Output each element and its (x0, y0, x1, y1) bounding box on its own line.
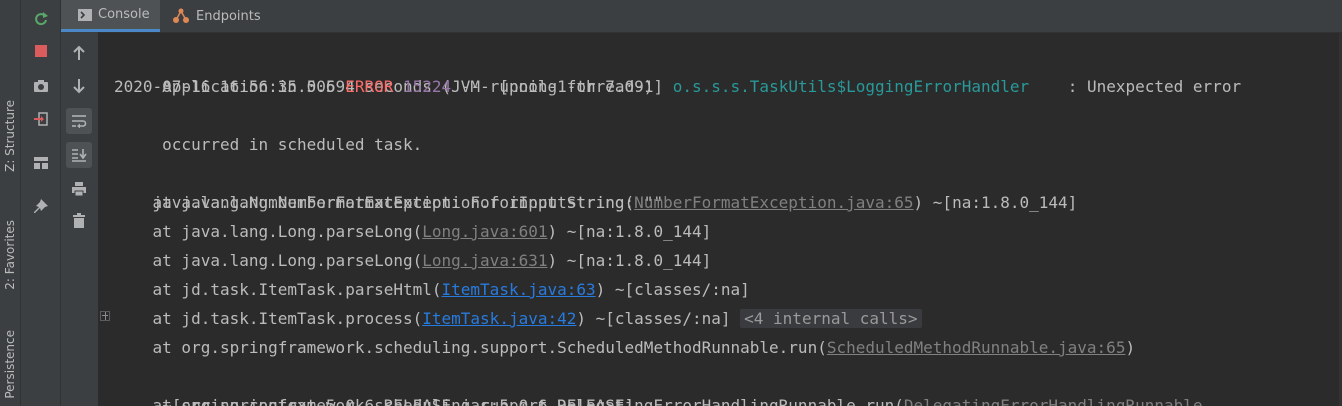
rerun-icon (35, 12, 48, 26)
rerun-button[interactable] (28, 6, 54, 32)
stop-button[interactable] (28, 38, 54, 64)
stack-frame-method: at org.springframework.scheduling.suppor… (114, 396, 904, 406)
stack-frame-jar: ) (1125, 338, 1136, 357)
persistence-tab-label: Persistence (3, 329, 17, 399)
source-link[interactable]: ItemTask.java:42 (422, 309, 576, 328)
source-link[interactable]: Long.java:631 (422, 251, 547, 270)
source-link[interactable]: DelegatingErrorHandlingRunnable (904, 396, 1203, 406)
console-output[interactable]: Application in 5.594 seconds (JVM runnin… (99, 33, 1342, 406)
console-line: 2020-07-16 16:56:35.006 ERROR 15224 --- … (114, 72, 1241, 101)
stack-frame-method: at java.lang.Long.parseLong( (114, 222, 423, 241)
favorites-tab[interactable]: 2: Favorites (0, 205, 20, 305)
pin-button[interactable] (28, 194, 54, 220)
previous-occurrence-button[interactable] (66, 40, 92, 66)
source-link[interactable]: NumberFormatException.java:65 (634, 193, 913, 212)
stack-frame-jar: ) ~[na:1.8.0_144] (547, 222, 712, 241)
stack-frame: at org.springframework.scheduling.suppor… (114, 391, 1203, 406)
source-link[interactable]: Long.java:601 (422, 222, 547, 241)
print-button[interactable] (66, 176, 92, 202)
stack-frame-jar: ) ~[na:1.8.0_144] (547, 251, 712, 270)
tab-console[interactable]: Console (61, 0, 160, 32)
tab-endpoints-label: Endpoints (196, 8, 261, 24)
stack-frame-method: at jd.task.ItemTask.process( (114, 309, 423, 328)
log-message-continued: occurred in scheduled task. (152, 135, 423, 154)
tool-window-strip: Z: Structure 2: Favorites Persistence (0, 0, 21, 406)
up-arrow-icon (73, 45, 85, 60)
scroll-to-end-button[interactable] (66, 142, 92, 168)
stack-frame-method: at jd.task.ItemTask.parseHtml( (114, 280, 442, 299)
run-toolbar (21, 0, 61, 406)
camera-icon (34, 80, 48, 92)
soft-wrap-icon (72, 115, 87, 128)
tool-window-tabs: Console Endpoints (61, 0, 1342, 33)
favorites-tab-label: 2: Favorites (3, 220, 17, 290)
expand-fold-icon[interactable] (100, 311, 110, 321)
stack-frame: at jd.task.ItemTask.process(ItemTask.jav… (114, 304, 922, 333)
stack-frame-jar: ) ~[na:1.8.0_144] (913, 193, 1078, 212)
login-icon (34, 112, 48, 126)
log-timestamp: 2020-07-16 16:56:35.006 (114, 77, 346, 96)
tab-endpoints[interactable]: Endpoints (172, 0, 282, 32)
print-icon (72, 182, 86, 197)
down-arrow-icon (73, 79, 85, 94)
stop-icon (35, 45, 47, 57)
log-message: : Unexpected error (1029, 77, 1242, 96)
stack-frame-method: at org.springframework.scheduling.suppor… (114, 338, 827, 357)
scroll-to-end-icon (72, 149, 87, 162)
tab-console-label: Console (98, 7, 150, 22)
console-line: java.lang.NumberFormatException: For inp… (114, 159, 664, 212)
stack-frame: at jd.task.ItemTask.parseHtml(ItemTask.j… (114, 275, 750, 304)
stack-frame-jar: ) ~[classes/:na] (576, 309, 741, 328)
pin-icon (34, 199, 48, 213)
console-toolbar (61, 32, 99, 406)
screenshot-button[interactable] (28, 73, 54, 99)
log-logger-class: o.s.s.s.TaskUtils$LoggingErrorHandler (672, 77, 1030, 96)
source-link[interactable]: ItemTask.java:63 (442, 280, 596, 299)
structure-tab-label: Z: Structure (3, 100, 17, 172)
endpoints-icon (172, 8, 190, 24)
stack-frame: at org.springframework.scheduling.suppor… (114, 333, 1136, 362)
stack-frame-method: at java.lang.NumberFormatException.forIn… (114, 193, 635, 212)
layout-icon (34, 157, 48, 169)
stack-frame-method: at java.lang.Long.parseLong( (114, 251, 423, 270)
log-pid: 15224 (403, 77, 452, 96)
soft-wrap-button[interactable] (66, 108, 92, 134)
layout-button[interactable] (28, 150, 54, 176)
log-level-error: ERROR (345, 77, 394, 96)
stack-frame-jar: ) ~[classes/:na] (595, 280, 750, 299)
stack-frame: at java.lang.Long.parseLong(Long.java:63… (114, 246, 712, 275)
console-line: Application in 5.594 seconds (JVM runnin… (114, 43, 653, 96)
log-space (393, 77, 403, 96)
persistence-tab[interactable]: Persistence (0, 322, 20, 406)
clear-all-button[interactable] (66, 208, 92, 234)
internal-calls-fold[interactable]: <4 internal calls> (740, 309, 922, 328)
trash-icon (73, 213, 85, 228)
next-occurrence-button[interactable] (66, 73, 92, 99)
source-link[interactable]: ScheduledMethodRunnable.java:65 (827, 338, 1126, 357)
stack-frame: at java.lang.Long.parseLong(Long.java:60… (114, 217, 712, 246)
console-line: occurred in scheduled task. (114, 101, 422, 154)
restore-layout-button[interactable] (28, 106, 54, 132)
stack-frame: at java.lang.NumberFormatException.forIn… (114, 188, 1078, 217)
log-thread: --- [pool-1-thread-1] (451, 77, 673, 96)
console-line: ~[spring-context-5.0.6.RELEASE.jar:5.0.6… (114, 362, 634, 406)
console-icon (78, 8, 92, 21)
structure-tab[interactable]: Z: Structure (0, 88, 20, 184)
